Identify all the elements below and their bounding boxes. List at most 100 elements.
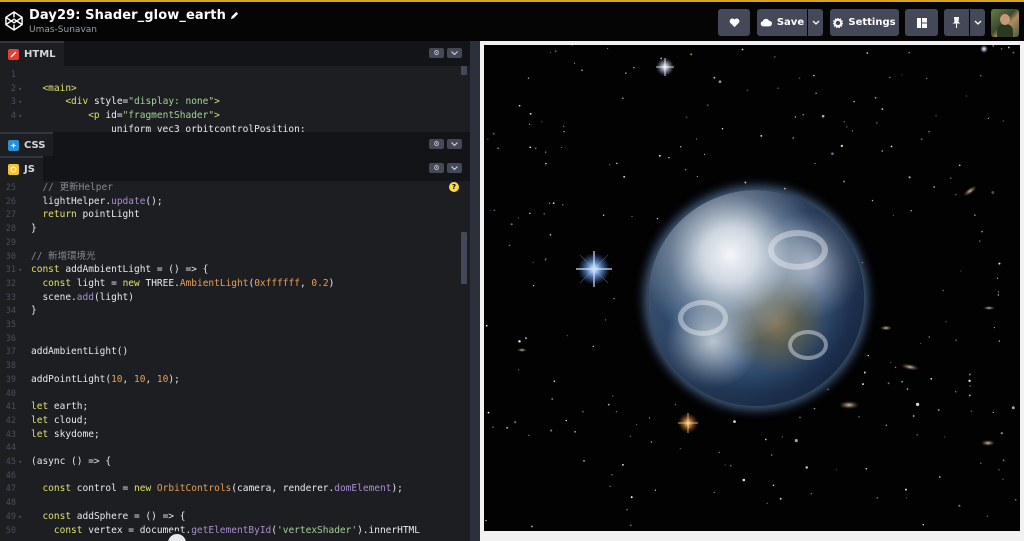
- code-text: <div style="display: none">: [65, 96, 220, 108]
- code-line[interactable]: 38: [0, 359, 460, 373]
- author-name[interactable]: Umas-Sunavan: [29, 25, 239, 35]
- code-line[interactable]: 33 scene.add(light): [0, 291, 460, 305]
- star-dot: [730, 464, 732, 467]
- html-badge-icon: [8, 49, 19, 60]
- code-line[interactable]: 28}: [0, 222, 460, 236]
- star-dot: [545, 162, 547, 165]
- code-line[interactable]: 2 ▾ <main>: [0, 82, 460, 96]
- js-tab-label: JS: [24, 164, 35, 175]
- js-code-editor[interactable]: 25 // 更新Helper 26 lightHelper.update(); 27…: [0, 181, 470, 541]
- code-line[interactable]: 25 // 更新Helper: [0, 181, 460, 195]
- star-dot: [541, 121, 543, 123]
- save-button[interactable]: Save: [757, 9, 807, 36]
- star-dot: [530, 525, 533, 528]
- html-scrollbar[interactable]: [461, 66, 467, 75]
- code-line[interactable]: 29: [0, 236, 460, 250]
- line-number: 37: [5, 347, 16, 358]
- js-settings-button[interactable]: ⚙: [429, 163, 444, 173]
- code-line[interactable]: 32 const light = new THREE.AmbientLight(…: [0, 277, 460, 291]
- user-avatar[interactable]: [991, 9, 1019, 37]
- code-line[interactable]: 40: [0, 387, 460, 401]
- edit-pencil-icon[interactable]: [230, 11, 239, 20]
- star-dot: [609, 485, 611, 487]
- star-dot: [930, 377, 933, 380]
- pen-title[interactable]: Day29: Shader_glow_earth: [29, 8, 239, 23]
- html-tab-label: HTML: [24, 49, 56, 60]
- fold-arrow-icon[interactable]: ▾: [18, 263, 22, 277]
- settings-button[interactable]: Settings: [830, 9, 899, 36]
- like-button[interactable]: [718, 9, 750, 36]
- pen-title-text[interactable]: Day29: Shader_glow_earth: [29, 8, 226, 23]
- code-line[interactable]: 45 ▾ (async () => {: [0, 455, 460, 469]
- star-dot: [629, 524, 632, 527]
- star-dot: [1002, 459, 1005, 462]
- fold-arrow-icon[interactable]: ▾: [18, 510, 22, 524]
- css-collapse-button[interactable]: [447, 139, 462, 149]
- star-dot: [550, 51, 552, 53]
- star-dot: [955, 391, 957, 393]
- code-line[interactable]: 48: [0, 496, 460, 510]
- code-line[interactable]: 44: [0, 441, 460, 455]
- code-line[interactable]: 43 let skydome;: [0, 428, 460, 442]
- star-dot: [1007, 46, 1010, 49]
- code-line[interactable]: 27 return pointLight: [0, 208, 460, 222]
- code-line[interactable]: 26 lightHelper.update();: [0, 195, 460, 209]
- star-dot: [545, 258, 547, 260]
- star-dot: [799, 416, 801, 419]
- star-dot: [944, 436, 946, 438]
- gear-icon: ⚙: [433, 49, 440, 57]
- code-line[interactable]: uniform vec3 orbitcontrolPosition:: [0, 123, 460, 132]
- html-settings-button[interactable]: ⚙: [429, 48, 444, 58]
- star-dot: [532, 261, 534, 263]
- fold-arrow-icon[interactable]: ▾: [18, 109, 22, 123]
- star-dot: [684, 169, 687, 171]
- code-line[interactable]: 37 addAmbientLight(): [0, 345, 460, 359]
- js-collapse-button[interactable]: [447, 163, 462, 173]
- tab-html[interactable]: HTML: [0, 41, 64, 66]
- tab-css[interactable]: CSS: [0, 132, 54, 157]
- code-line[interactable]: 3 ▾ <div style="display: none">: [0, 95, 460, 109]
- star-dot: [968, 379, 971, 383]
- code-line[interactable]: 34}: [0, 304, 460, 318]
- result-preview[interactable]: [484, 45, 1020, 531]
- galaxy-shape: [981, 440, 995, 446]
- tab-js[interactable]: JS: [0, 156, 43, 181]
- code-line[interactable]: 31 ▾ const addAmbientLight = () => {: [0, 263, 460, 277]
- html-code-editor[interactable]: 1 2 ▾ <main> 3 ▾ <div style="display: none">…: [0, 66, 470, 132]
- pin-button[interactable]: [944, 9, 969, 36]
- save-options-button[interactable]: [808, 9, 823, 36]
- css-settings-button[interactable]: ⚙: [429, 139, 444, 149]
- code-line[interactable]: 1: [0, 68, 460, 82]
- fold-arrow-icon[interactable]: ▾: [18, 95, 22, 109]
- star-dot: [937, 409, 940, 411]
- fold-arrow-icon[interactable]: ▾: [18, 82, 22, 96]
- code-line[interactable]: 49 ▾ const addSphere = () => {: [0, 510, 460, 524]
- code-line[interactable]: 39 addPointLight(10, 10, 10);: [0, 373, 460, 387]
- star-dot: [867, 354, 869, 357]
- code-line[interactable]: 47 const control = new OrbitControls(cam…: [0, 482, 460, 496]
- earth-sphere[interactable]: [648, 190, 864, 406]
- code-line[interactable]: 4 ▾ <p id="fragmentShader">: [0, 109, 460, 123]
- code-line[interactable]: 50 const vertex = document.getElementByI…: [0, 524, 460, 538]
- resize-divider[interactable]: [470, 41, 480, 541]
- codepen-logo-icon[interactable]: [5, 11, 23, 31]
- pin-options-button[interactable]: [970, 9, 985, 36]
- star-dot: [721, 128, 724, 130]
- star-dot: [874, 96, 877, 99]
- code-line[interactable]: 35: [0, 318, 460, 332]
- code-line[interactable]: 30 // 新增環境光: [0, 250, 460, 264]
- change-view-button[interactable]: [905, 9, 938, 36]
- star-dot: [779, 497, 782, 500]
- fold-arrow-icon[interactable]: ▾: [18, 455, 22, 469]
- star-dot: [805, 466, 808, 469]
- star-dot: [892, 215, 894, 217]
- code-line[interactable]: 41 let earth;: [0, 400, 460, 414]
- code-line[interactable]: 36: [0, 332, 460, 346]
- code-line[interactable]: 46: [0, 469, 460, 483]
- star-dot: [885, 424, 888, 427]
- code-line[interactable]: 42 let cloud;: [0, 414, 460, 428]
- js-scrollbar[interactable]: [461, 232, 467, 284]
- help-icon[interactable]: ?: [449, 182, 459, 192]
- html-collapse-button[interactable]: [447, 48, 462, 58]
- star-dot: [979, 462, 982, 465]
